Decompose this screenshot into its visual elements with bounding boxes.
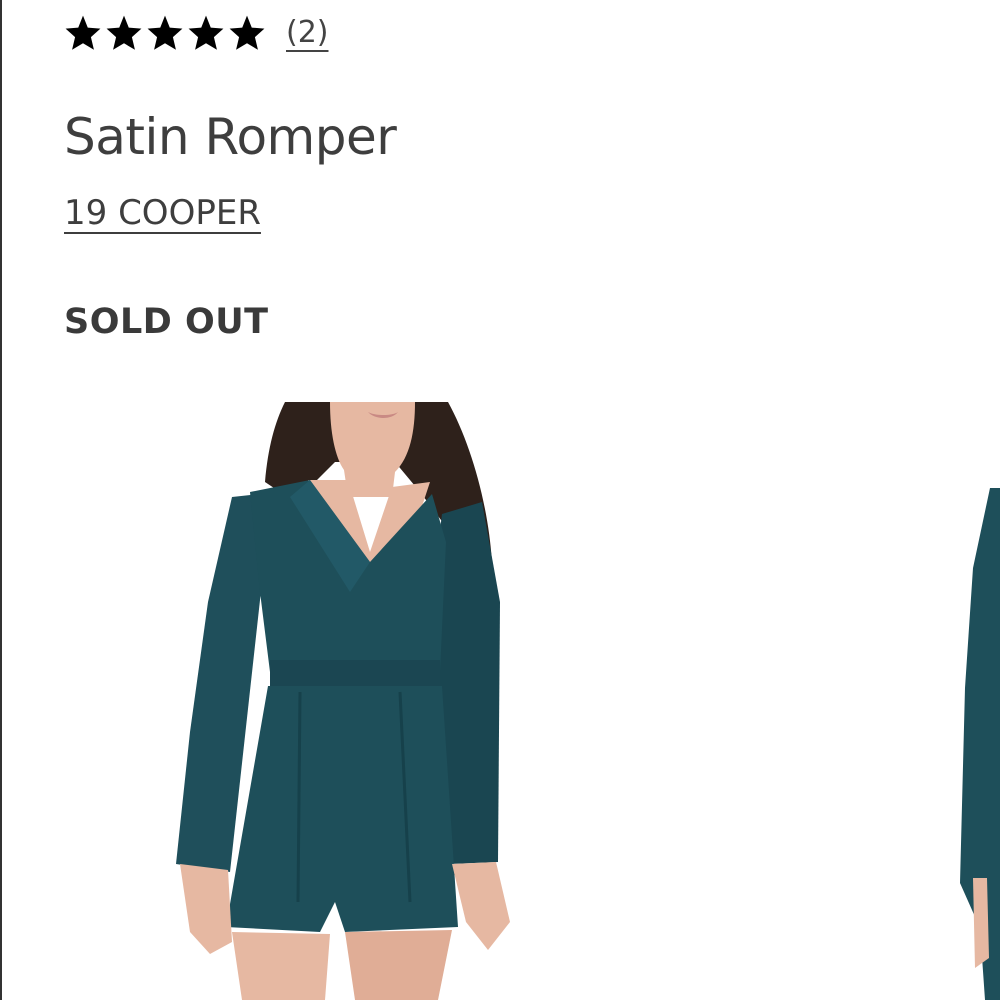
- product-image-next[interactable]: [955, 488, 1000, 1000]
- star-icon: [229, 15, 265, 50]
- star-icon: [188, 15, 224, 50]
- availability-status: SOLD OUT: [64, 302, 269, 342]
- product-title: Satin Romper: [64, 108, 397, 166]
- star-icon: [106, 15, 142, 50]
- product-image-main[interactable]: [170, 402, 520, 1000]
- review-count-link[interactable]: (2): [286, 18, 329, 48]
- star-icon: [65, 15, 101, 50]
- star-icon: [147, 15, 183, 50]
- rating-summary[interactable]: (2): [64, 14, 329, 52]
- brand-link[interactable]: 19 COOPER: [64, 193, 261, 233]
- page-edge-divider: [0, 0, 2, 1000]
- star-rating: [64, 14, 266, 52]
